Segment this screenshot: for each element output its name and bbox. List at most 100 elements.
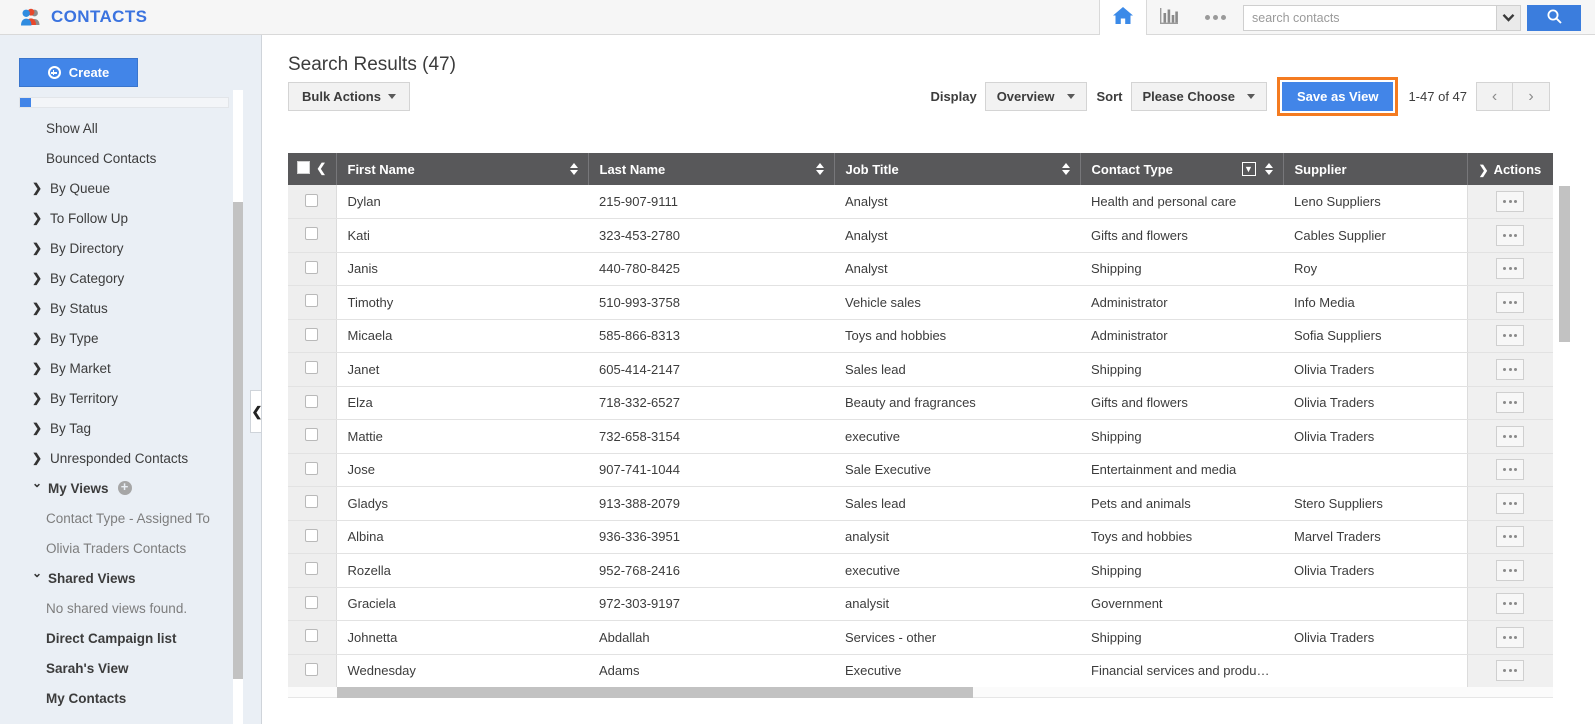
sidebar-item-by-market[interactable]: ❯By Market — [0, 353, 232, 383]
chevron-right-icon[interactable]: ❯ — [32, 242, 42, 254]
row-checkbox[interactable] — [305, 495, 318, 508]
table-row[interactable]: Janis440-780-8425AnalystShippingRoy — [288, 252, 1553, 286]
search-button[interactable] — [1527, 5, 1581, 31]
select-all-checkbox[interactable] — [297, 161, 310, 174]
row-actions-button[interactable] — [1496, 660, 1524, 681]
table-vscroll-thumb[interactable] — [1559, 186, 1570, 342]
sidebar-horizontal-scrollbar[interactable] — [19, 97, 229, 108]
row-actions-cell[interactable] — [1467, 286, 1553, 320]
row-select-cell[interactable] — [288, 286, 336, 320]
row-actions-cell[interactable] — [1467, 219, 1553, 253]
row-actions-cell[interactable] — [1467, 654, 1553, 688]
table-row[interactable]: Dylan215-907-9111AnalystHealth and perso… — [288, 185, 1553, 219]
home-button[interactable] — [1099, 0, 1147, 35]
sidebar-item-direct-campaign-list[interactable]: Direct Campaign list — [0, 623, 232, 653]
row-actions-cell[interactable] — [1467, 520, 1553, 554]
row-select-cell[interactable] — [288, 420, 336, 454]
row-checkbox[interactable] — [305, 462, 318, 475]
chevron-right-icon[interactable]: ❯ — [32, 212, 42, 224]
sort-arrows-icon[interactable] — [1062, 163, 1070, 175]
column-header-first-name[interactable]: First Name — [336, 153, 588, 185]
sidebar-vscroll-thumb[interactable] — [233, 202, 243, 679]
chevron-right-icon[interactable]: ❯ — [32, 182, 42, 194]
sidebar-item-bounced-contacts[interactable]: Bounced Contacts — [0, 143, 232, 173]
sidebar-collapse-handle[interactable]: ❮ — [250, 390, 262, 433]
sidebar-item-olivia-traders-contacts[interactable]: Olivia Traders Contacts — [0, 533, 232, 563]
table-vertical-scrollbar[interactable] — [1559, 186, 1570, 699]
row-checkbox[interactable] — [305, 529, 318, 542]
sidebar-item-no-shared-views-found[interactable]: No shared views found. — [0, 593, 232, 623]
row-actions-button[interactable] — [1496, 258, 1524, 279]
row-actions-cell[interactable] — [1467, 420, 1553, 454]
chevron-right-icon[interactable]: ❯ — [32, 272, 42, 284]
row-actions-cell[interactable] — [1467, 252, 1553, 286]
chevron-right-icon[interactable]: ❯ — [32, 422, 42, 434]
sidebar-hscroll-thumb[interactable] — [20, 98, 31, 107]
chevron-left-icon[interactable]: ❮ — [316, 161, 326, 175]
pagination-prev-button[interactable]: ‹ — [1476, 82, 1513, 111]
chevron-right-icon[interactable]: ❯ — [32, 332, 42, 344]
create-button[interactable]: Create — [19, 58, 138, 87]
sort-arrows-icon[interactable] — [570, 163, 578, 175]
row-actions-cell[interactable] — [1467, 587, 1553, 621]
row-checkbox[interactable] — [305, 562, 318, 575]
chevron-down-icon[interactable]: ⌄ — [32, 477, 42, 489]
row-actions-button[interactable] — [1496, 325, 1524, 346]
sidebar-item-by-queue[interactable]: ❯By Queue — [0, 173, 232, 203]
row-select-cell[interactable] — [288, 185, 336, 219]
row-checkbox[interactable] — [305, 361, 318, 374]
sort-arrows-icon[interactable] — [1265, 163, 1273, 175]
sidebar-item-by-status[interactable]: ❯By Status — [0, 293, 232, 323]
sidebar-item-my-contacts[interactable]: My Contacts — [0, 683, 232, 713]
column-header-job-title[interactable]: Job Title — [834, 153, 1080, 185]
row-actions-cell[interactable] — [1467, 353, 1553, 387]
filter-icon[interactable]: ▼ — [1242, 162, 1256, 176]
row-select-cell[interactable] — [288, 587, 336, 621]
row-select-cell[interactable] — [288, 487, 336, 521]
table-hscroll-thumb[interactable] — [337, 687, 973, 698]
sidebar-item-by-directory[interactable]: ❯By Directory — [0, 233, 232, 263]
row-actions-button[interactable] — [1496, 560, 1524, 581]
chevron-right-icon[interactable]: ❯ — [32, 362, 42, 374]
row-actions-button[interactable] — [1496, 359, 1524, 380]
row-select-cell[interactable] — [288, 252, 336, 286]
row-actions-button[interactable] — [1496, 225, 1524, 246]
row-select-cell[interactable] — [288, 453, 336, 487]
chevron-right-icon[interactable]: ❯ — [32, 392, 42, 404]
row-checkbox[interactable] — [305, 428, 318, 441]
table-row[interactable]: Rozella952-768-2416executiveShippingOliv… — [288, 554, 1553, 588]
sidebar-item-to-follow-up[interactable]: ❯To Follow Up — [0, 203, 232, 233]
row-actions-button[interactable] — [1496, 292, 1524, 313]
table-row[interactable]: Mattie732-658-3154executiveShippingOlivi… — [288, 420, 1553, 454]
row-select-cell[interactable] — [288, 621, 336, 655]
sort-select[interactable]: Please Choose — [1131, 82, 1268, 111]
table-row[interactable]: Janet605-414-2147Sales leadShippingOlivi… — [288, 353, 1553, 387]
row-actions-cell[interactable] — [1467, 386, 1553, 420]
row-actions-cell[interactable] — [1467, 554, 1553, 588]
sidebar-item-unresponded-contacts[interactable]: ❯Unresponded Contacts — [0, 443, 232, 473]
sidebar-item-by-territory[interactable]: ❯By Territory — [0, 383, 232, 413]
table-row[interactable]: Elza718-332-6527Beauty and fragrancesGif… — [288, 386, 1553, 420]
chevron-right-icon[interactable]: ❯ — [1479, 163, 1489, 177]
row-select-cell[interactable] — [288, 219, 336, 253]
sidebar-item-shared-views[interactable]: ⌄Shared Views — [0, 563, 232, 593]
add-view-icon[interactable]: + — [118, 481, 132, 495]
row-select-cell[interactable] — [288, 654, 336, 688]
row-actions-button[interactable] — [1496, 593, 1524, 614]
row-select-cell[interactable] — [288, 319, 336, 353]
row-select-cell[interactable] — [288, 520, 336, 554]
table-row[interactable]: WednesdayAdamsExecutiveFinancial service… — [288, 654, 1553, 688]
table-row[interactable]: Albina936-336-3951analysitToys and hobbi… — [288, 520, 1553, 554]
row-checkbox[interactable] — [305, 663, 318, 676]
display-select[interactable]: Overview — [985, 82, 1087, 111]
search-input[interactable] — [1243, 5, 1496, 31]
row-checkbox[interactable] — [305, 227, 318, 240]
sidebar-item-show-all[interactable]: Show All — [0, 113, 232, 143]
pagination-next-button[interactable]: › — [1513, 82, 1550, 111]
row-checkbox[interactable] — [305, 629, 318, 642]
table-horizontal-scrollbar[interactable] — [288, 687, 1553, 698]
row-checkbox[interactable] — [305, 261, 318, 274]
sidebar-item-sarah-s-view[interactable]: Sarah's View — [0, 653, 232, 683]
row-select-cell[interactable] — [288, 353, 336, 387]
bulk-actions-button[interactable]: Bulk Actions — [288, 82, 410, 111]
